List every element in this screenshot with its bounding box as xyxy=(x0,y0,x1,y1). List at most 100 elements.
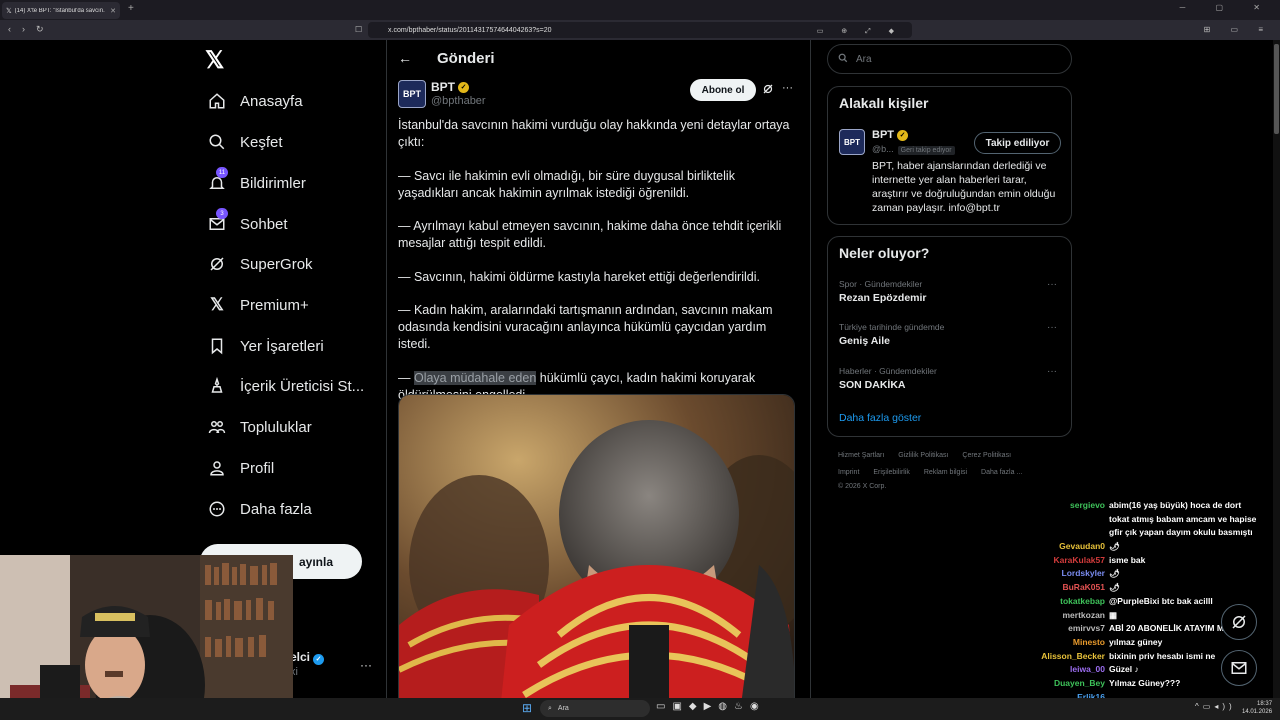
chat-username: KaraKulak57 xyxy=(1053,554,1105,565)
messages-badge: 3 xyxy=(216,208,228,219)
webcam-overlay xyxy=(0,555,293,720)
footer-link[interactable]: Daha fazla ... xyxy=(981,469,1022,476)
account-more-icon[interactable]: ··· xyxy=(360,658,372,672)
footer-link[interactable]: Reklam bilgisi xyxy=(924,469,967,476)
following-button[interactable]: Takip ediliyor xyxy=(974,132,1061,154)
url-text: x.com/bpthaber/status/201143175746440426… xyxy=(388,26,552,34)
system-tray-icon[interactable]: ^▭◂)) xyxy=(1195,702,1236,711)
window-controls[interactable]: ─ ▢ ✕ xyxy=(1180,3,1274,12)
trend-item[interactable]: SON DAKİKA xyxy=(839,379,906,391)
browser-tab[interactable]: 𝕏 (14) X'te BPT: "İstanbul'da savcın... … xyxy=(2,2,120,19)
bookmark-page-icon[interactable]: ☐ xyxy=(355,25,362,34)
mail-icon: 3 xyxy=(206,208,228,235)
account-name-text: BPT xyxy=(431,80,455,94)
chat-message: ABİ 20 ABONELİK ATAYIM Mİ xyxy=(1109,623,1227,634)
trend-more-icon[interactable]: ··· xyxy=(1047,279,1057,290)
browser-tab-bar: 𝕏 (14) X'te BPT: "İstanbul'da savcın... … xyxy=(0,0,1280,20)
nav-item-creator-studio[interactable]: İçerik Üreticisi St... xyxy=(206,371,364,401)
mail-icon xyxy=(1231,662,1247,674)
back-arrow-icon[interactable]: ← xyxy=(398,50,412,66)
messages-float-button[interactable] xyxy=(1221,650,1257,686)
trend-category: Haberler · Gündemdekiler xyxy=(839,366,937,376)
avatar[interactable]: BPT xyxy=(398,80,426,108)
nav-label: Anasayfa xyxy=(240,92,303,110)
clock[interactable]: 18:37 14.01.2026 xyxy=(1242,700,1272,716)
nav-item-messages[interactable]: 3 Sohbet xyxy=(206,208,288,239)
grok-icon xyxy=(206,253,228,275)
nav-item-premium[interactable]: 𝕏 Premium+ xyxy=(206,290,309,320)
nav-item-supergrok[interactable]: SuperGrok xyxy=(206,249,313,279)
nav-label: Daha fazla xyxy=(240,500,312,518)
footer-link[interactable]: Hizmet Şartları xyxy=(838,452,884,459)
nav-label: SuperGrok xyxy=(240,255,313,273)
windows-start-icon[interactable]: ⊞ xyxy=(522,701,532,715)
trend-more-icon[interactable]: ··· xyxy=(1047,322,1057,333)
subscribe-button[interactable]: Abone ol xyxy=(690,79,756,101)
account-handle[interactable]: @bpthaber xyxy=(431,95,486,107)
forward-icon[interactable]: › xyxy=(22,24,25,34)
page-scrollbar[interactable] xyxy=(1273,40,1280,698)
footer-link[interactable]: Imprint xyxy=(838,469,859,476)
extensions-icon[interactable]: ⊞ ▭ ≡ xyxy=(1204,25,1272,34)
taskbar-search[interactable]: ⌕ Ara xyxy=(540,700,650,717)
chat-username: Gevaudan0 xyxy=(1059,541,1105,551)
avatar-logo-text: BPT xyxy=(403,89,421,99)
nav-label: Topluluklar xyxy=(240,418,312,436)
grok-explain-icon[interactable] xyxy=(762,83,774,98)
dash: — xyxy=(398,370,414,385)
chat-message: @PurpleBixi btc bak acilll xyxy=(1109,595,1213,606)
trend-item[interactable]: Geniş Aile xyxy=(839,335,890,347)
post-text: İstanbul'da savcının hakimi vurduğu olay… xyxy=(398,117,796,420)
verified-badge-icon: ✓ xyxy=(313,654,325,665)
url-bar[interactable]: x.com/bpthaber/status/201143175746440426… xyxy=(368,22,912,38)
clock-time: 18:37 xyxy=(1257,701,1273,707)
footer-link[interactable]: Gizlilik Politikası xyxy=(898,452,948,459)
account-switcher-name[interactable]: elci ✓ xyxy=(290,650,325,665)
taskbar-apps-icon[interactable]: ▭▣◆▶◍♨◉ xyxy=(656,701,766,712)
notification-badge: 11 xyxy=(216,167,228,178)
trend-item[interactable]: Rezan Epözdemir xyxy=(839,292,927,304)
nav-item-home[interactable]: Anasayfa xyxy=(206,86,303,116)
post-paragraph: — Kadın hakim, aralarındaki tartışmanın … xyxy=(398,303,773,351)
new-tab-icon[interactable]: + xyxy=(128,3,134,14)
tab-title: (14) X'te BPT: "İstanbul'da savcın... xyxy=(14,7,105,14)
post-button-label: ayınla xyxy=(298,554,334,569)
nav-item-communities[interactable]: Topluluklar xyxy=(206,412,312,442)
post-paragraph: — Savcı ile hakimin evli olmadığı, bir s… xyxy=(398,168,735,200)
grok-float-button[interactable] xyxy=(1221,604,1257,640)
screen: 𝕏 (14) X'te BPT: "İstanbul'da savcın... … xyxy=(0,0,1280,720)
chat-message: isme bak xyxy=(1109,554,1146,565)
back-icon[interactable]: ‹ xyxy=(8,24,11,34)
scrollbar-thumb[interactable] xyxy=(1274,44,1279,134)
footer-link[interactable]: Erişilebilirlik xyxy=(873,469,910,476)
avatar[interactable]: BPT xyxy=(839,129,865,155)
bell-icon: 11 xyxy=(206,167,228,194)
footer-link[interactable]: Çerez Politikası xyxy=(962,452,1011,459)
related-name[interactable]: BPT ✓ xyxy=(872,129,908,141)
search-placeholder: Ara xyxy=(856,53,872,65)
footer-links: Imprint Erişilebilirlik Reklam bilgisi D… xyxy=(838,469,1034,476)
post-image[interactable] xyxy=(398,394,795,720)
show-more-link[interactable]: Daha fazla göster xyxy=(839,412,921,424)
chat-message: abim(16 yaş büyük) hoca de dort xyxy=(1109,500,1242,510)
chat-message: 🌶 xyxy=(1109,582,1120,593)
chat-username: Lordskyler xyxy=(1061,568,1105,579)
url-actions-icon[interactable]: ▭ ⊕ ⤢ ◆ xyxy=(817,27,902,36)
reload-icon[interactable]: ↻ xyxy=(36,24,44,35)
post-paragraph: — Savcının, hakimi öldürme kastıyla hare… xyxy=(398,269,760,284)
trend-more-icon[interactable]: ··· xyxy=(1047,366,1057,377)
account-name[interactable]: BPT ✓ xyxy=(431,80,469,94)
profile-name: elci xyxy=(290,650,311,664)
x-logo-icon[interactable]: 𝕏 xyxy=(205,49,229,73)
nav-item-more[interactable]: Daha fazla xyxy=(206,494,312,524)
more-options-icon[interactable]: ··· xyxy=(782,82,793,94)
divider xyxy=(810,40,811,720)
search-icon xyxy=(206,131,228,153)
nav-item-explore[interactable]: Keşfet xyxy=(206,127,283,157)
nav-item-profile[interactable]: Profil xyxy=(206,453,274,483)
chat-username: Duayen_Bey xyxy=(1053,678,1105,688)
search-input[interactable]: Ara xyxy=(827,44,1072,74)
tab-close-icon[interactable]: ✕ xyxy=(110,7,116,15)
nav-item-bookmarks[interactable]: Yer İşaretleri xyxy=(206,331,324,361)
nav-item-notifications[interactable]: 11 Bildirimler xyxy=(206,167,306,198)
